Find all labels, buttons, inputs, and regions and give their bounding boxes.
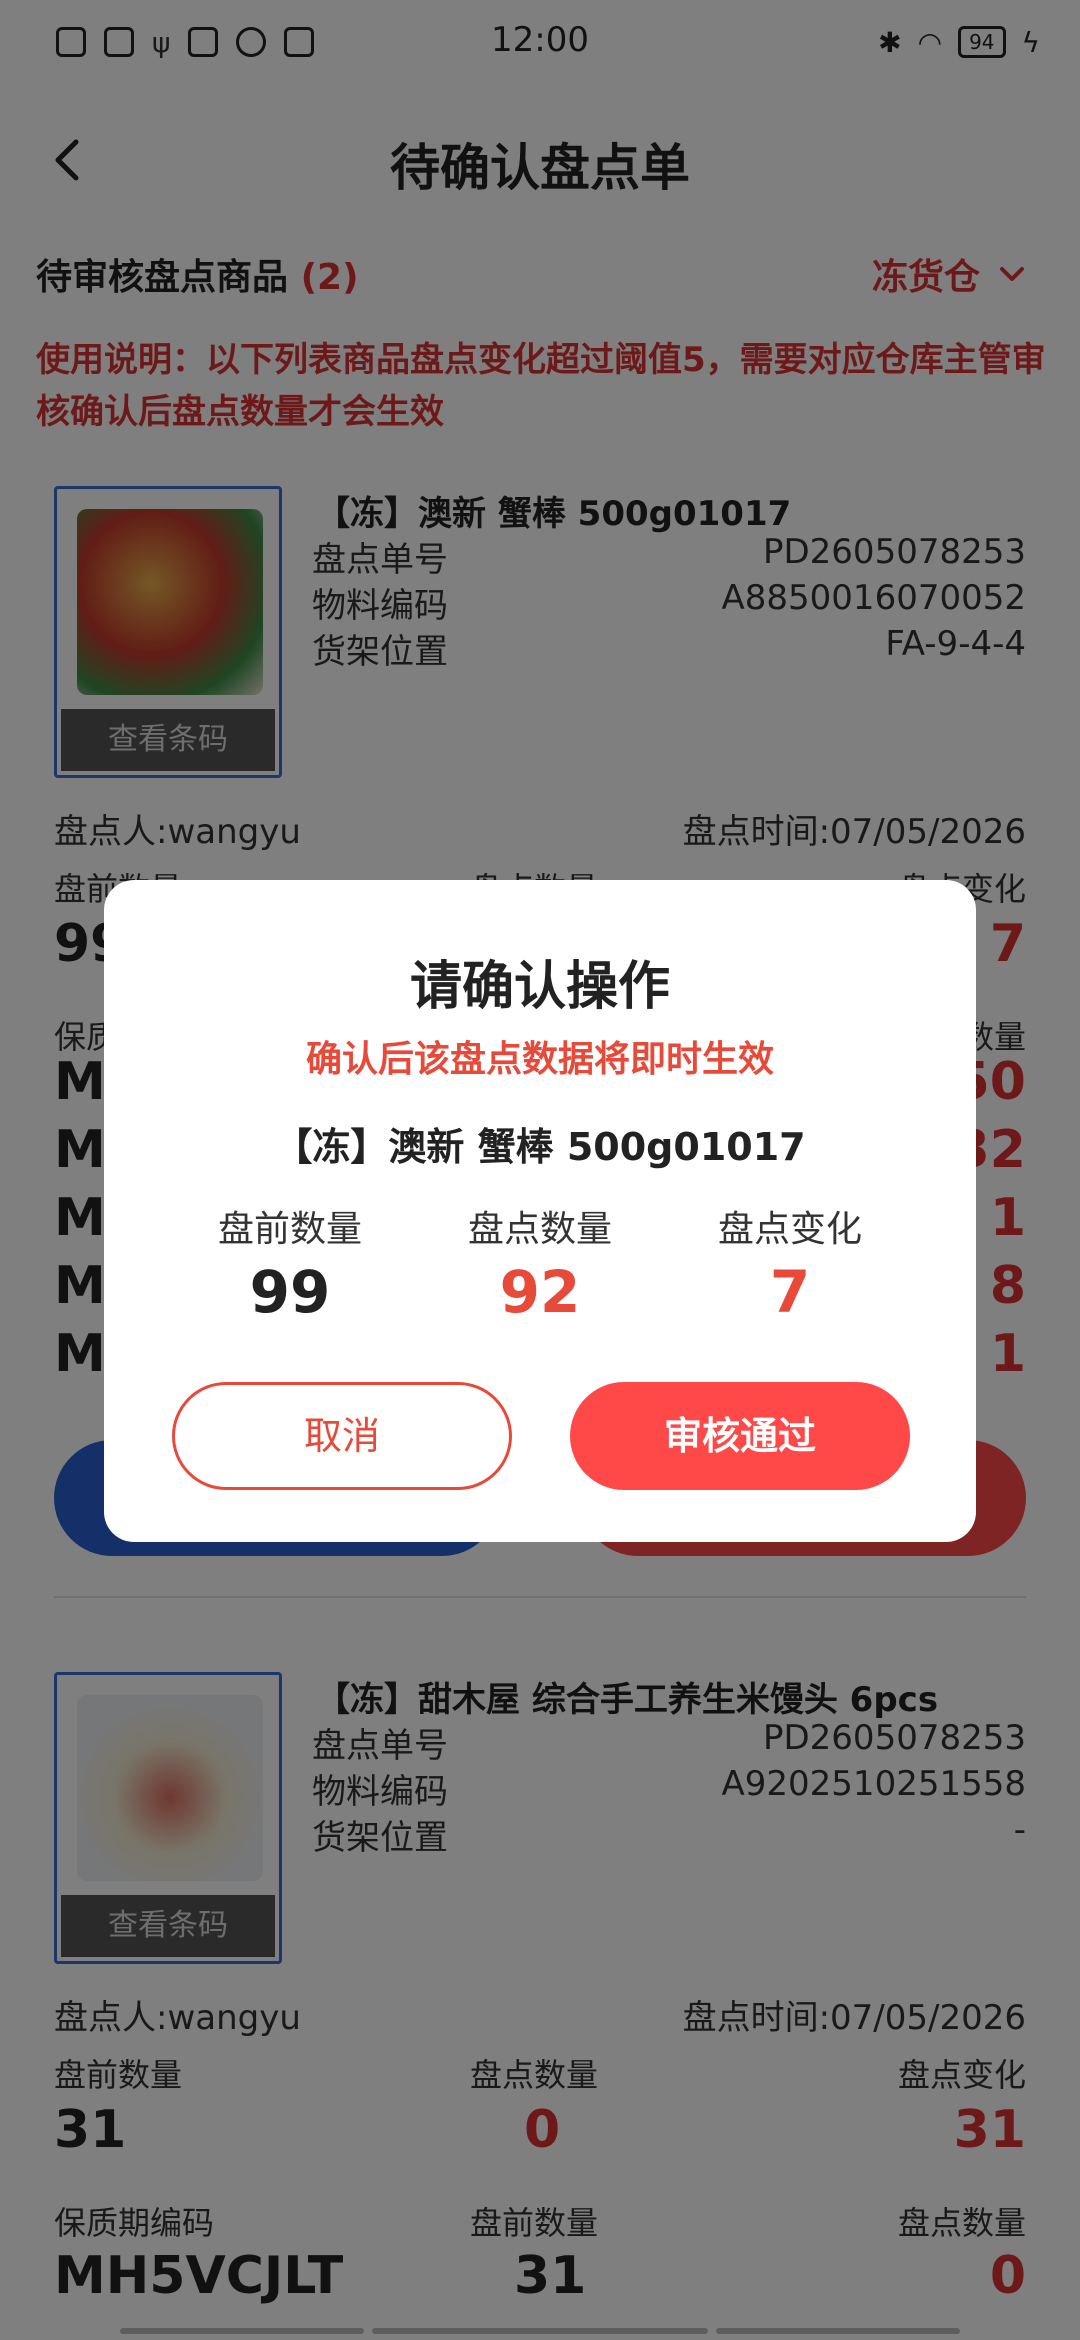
dialog-qty-value: 7 xyxy=(769,1258,811,1326)
dialog-qty-label: 盘点数量 xyxy=(467,1209,612,1250)
dialog-qty-label: 盘点变化 xyxy=(717,1209,862,1250)
confirm-dialog: 请确认操作 确认后该盘点数据将即时生效 【冻】澳新 蟹棒 500g01017 盘… xyxy=(104,880,976,1542)
dialog-subtitle: 确认后该盘点数据将即时生效 xyxy=(305,1039,774,1080)
cancel-button[interactable]: 取消 xyxy=(172,1382,512,1490)
dialog-product-name: 【冻】澳新 蟹棒 500g01017 xyxy=(274,1125,806,1169)
dialog-before-qty: 盘前数量 99 xyxy=(180,1200,400,1326)
dialog-title: 请确认操作 xyxy=(409,957,670,1017)
dialog-qty-value: 99 xyxy=(249,1258,331,1326)
approve-button[interactable]: 审核通过 xyxy=(570,1382,910,1490)
status-overlay xyxy=(0,0,1080,84)
dialog-change-qty: 盘点变化 7 xyxy=(680,1200,900,1326)
dialog-qty-value: 92 xyxy=(499,1258,581,1326)
dialog-count-qty: 盘点数量 92 xyxy=(430,1200,650,1326)
dialog-qty-label: 盘前数量 xyxy=(217,1209,362,1250)
